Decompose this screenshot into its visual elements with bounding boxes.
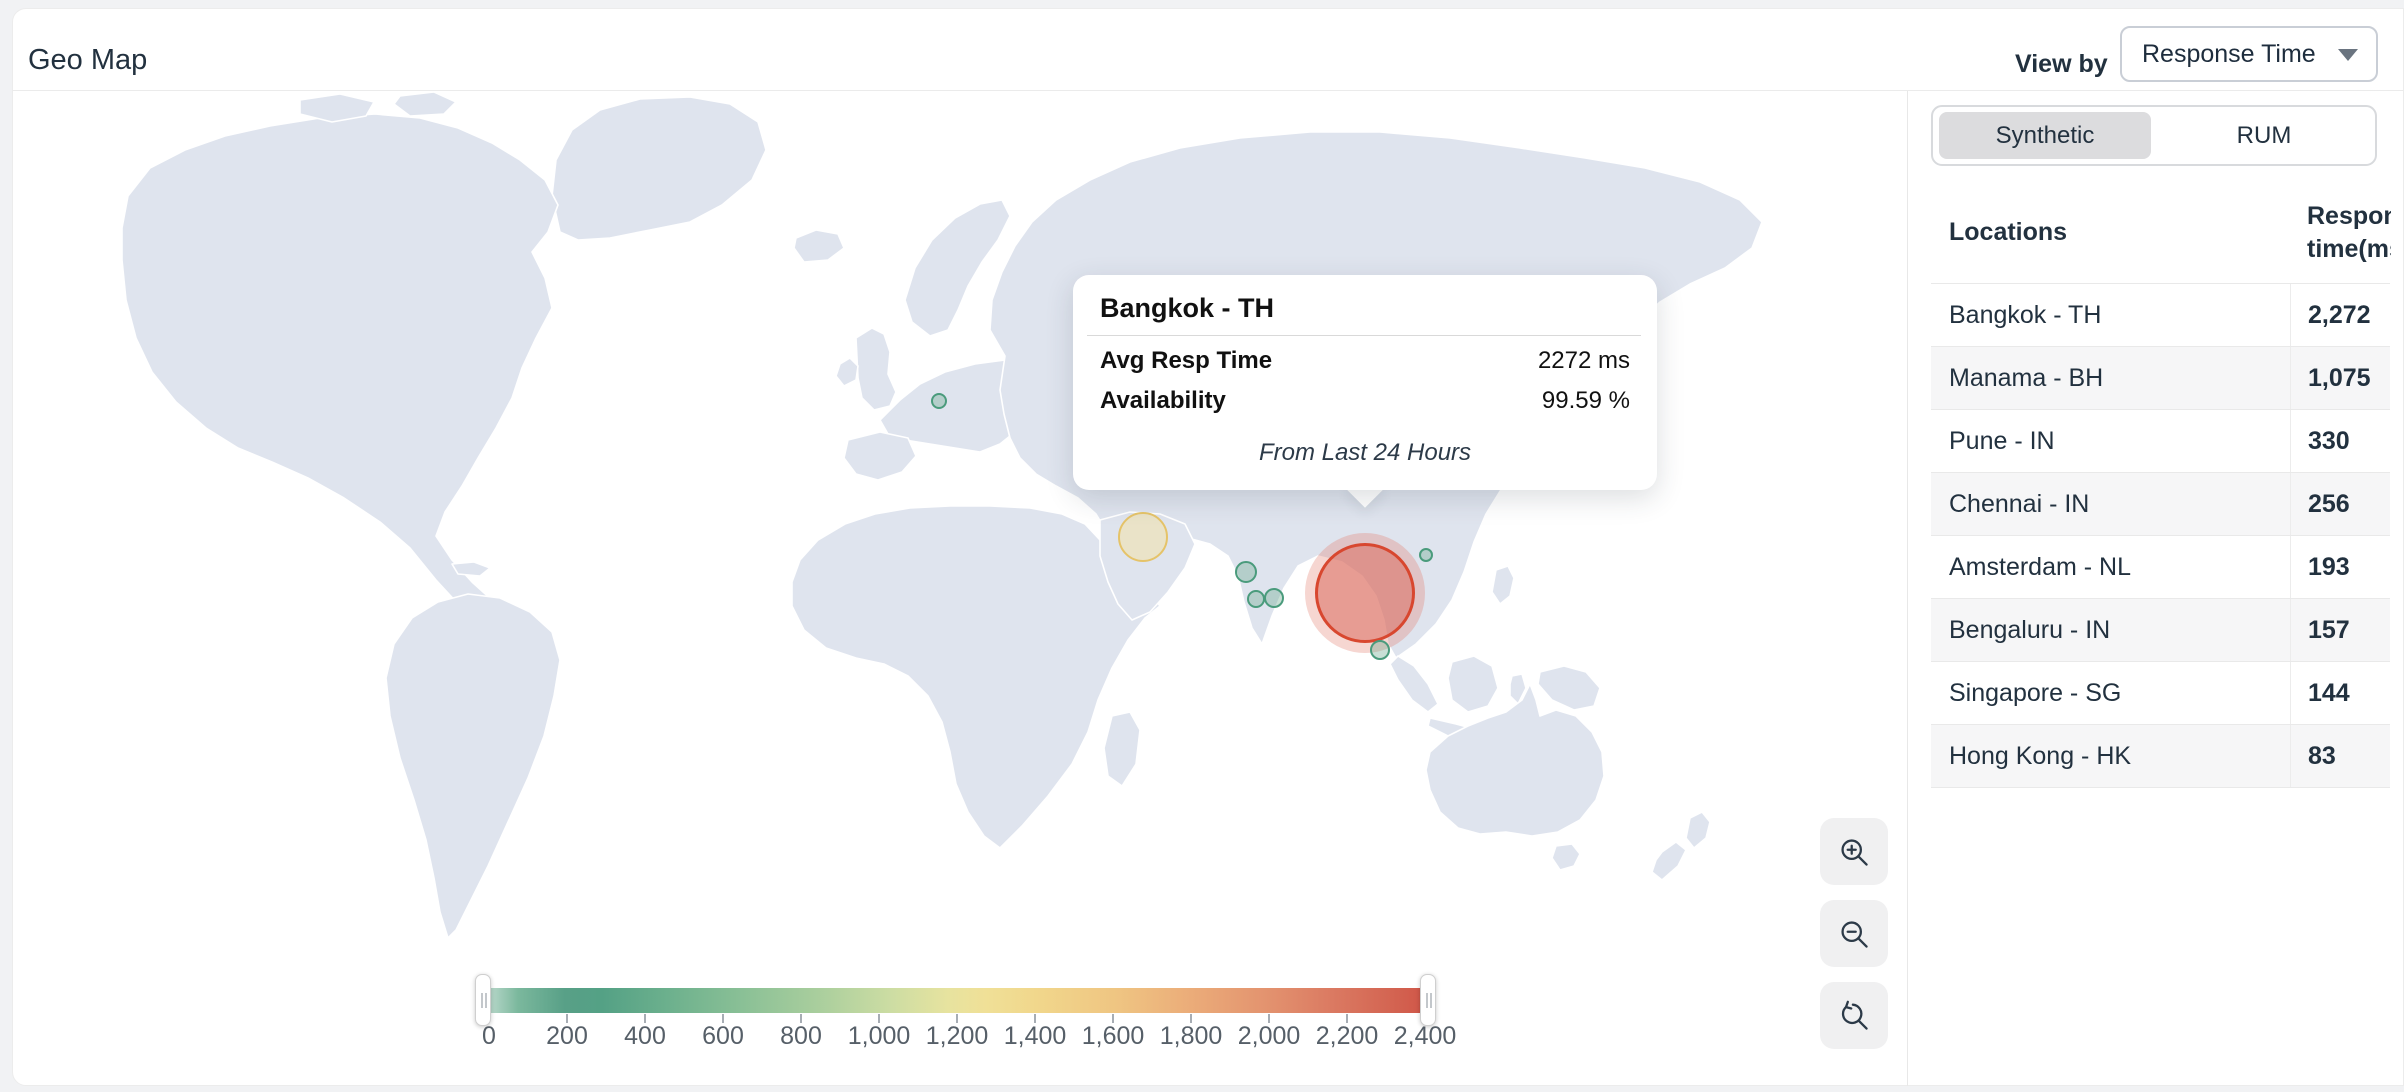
response-time-cell: 2,272 — [2290, 284, 2390, 346]
response-time-cell: 193 — [2290, 536, 2390, 598]
legend-gradient-bar — [490, 988, 1425, 1013]
zoom-reset-button[interactable] — [1820, 982, 1888, 1049]
tooltip-footer: From Last 24 Hours — [1073, 439, 1657, 467]
location-cell: Hong Kong - HK — [1949, 725, 2131, 787]
map-marker-manama-bh[interactable] — [1118, 512, 1168, 562]
map-marker-chennai-in[interactable] — [1247, 590, 1265, 608]
map-marker-pune-in[interactable] — [1235, 561, 1257, 583]
panel-divider — [1907, 91, 1908, 1086]
tab-rum[interactable]: RUM — [2158, 112, 2370, 159]
response-time-cell: 83 — [2290, 725, 2390, 787]
tooltip-metric-value: 2272 ms — [1538, 347, 1630, 375]
response-time-cell: 1,075 — [2290, 347, 2390, 409]
legend-tick-label: 2,000 — [1224, 1022, 1314, 1051]
column-header-response-time: Response time(ms) — [2307, 200, 2391, 266]
column-header-locations: Locations — [1949, 218, 2067, 247]
table-row[interactable]: Manama - BH 1,075 — [1931, 346, 2390, 409]
zoom-out-button[interactable] — [1820, 900, 1888, 967]
legend-tick-label: 1,200 — [912, 1022, 1002, 1051]
zoom-in-button[interactable] — [1820, 818, 1888, 885]
location-cell: Chennai - IN — [1949, 473, 2089, 535]
table-row[interactable]: Hong Kong - HK 83 — [1931, 724, 2390, 788]
legend-tick-label: 0 — [444, 1022, 534, 1051]
tooltip-metric-value: 99.59 % — [1542, 387, 1630, 415]
map-marker-hong-kong-hk[interactable] — [1419, 548, 1433, 562]
map-tooltip: Bangkok - TH Avg Resp Time 2272 ms Avail… — [1073, 275, 1657, 490]
legend-tick-label: 2,200 — [1302, 1022, 1392, 1051]
legend-max-handle[interactable] — [1420, 974, 1436, 1026]
map-marker-bengaluru-in[interactable] — [1264, 588, 1284, 608]
legend-tick-label: 1,400 — [990, 1022, 1080, 1051]
view-by-selected-value: Response Time — [2142, 40, 2316, 69]
legend-min-handle[interactable] — [475, 974, 491, 1026]
legend-tick-label: 1,600 — [1068, 1022, 1158, 1051]
response-time-cell: 330 — [2290, 410, 2390, 472]
location-cell: Amsterdam - NL — [1949, 536, 2131, 598]
table-row[interactable]: Singapore - SG 144 — [1931, 661, 2390, 724]
source-tab-group: Synthetic RUM — [1931, 105, 2377, 166]
tooltip-metric-label: Avg Resp Time — [1100, 347, 1272, 375]
map-marker-singapore-sg[interactable] — [1370, 640, 1390, 660]
header-divider — [12, 90, 2404, 91]
tooltip-title: Bangkok - TH — [1100, 293, 1274, 324]
table-row[interactable]: Pune - IN 330 — [1931, 409, 2390, 472]
tab-synthetic[interactable]: Synthetic — [1939, 112, 2151, 159]
map-marker-amsterdam-nl[interactable] — [931, 393, 947, 409]
location-cell: Bengaluru - IN — [1949, 599, 2110, 661]
chevron-down-icon — [2338, 49, 2358, 61]
response-time-cell: 256 — [2290, 473, 2390, 535]
location-cell: Singapore - SG — [1949, 662, 2121, 724]
zoom-out-icon — [1838, 918, 1870, 950]
location-cell: Manama - BH — [1949, 347, 2103, 409]
page-title: Geo Map — [28, 44, 147, 77]
location-cell: Bangkok - TH — [1949, 284, 2101, 346]
legend-tick-label: 1,800 — [1146, 1022, 1236, 1051]
legend-tick-label: 1,000 — [834, 1022, 924, 1051]
legend-tick-label: 800 — [756, 1022, 846, 1051]
geo-map-widget: Geo Map View by Response Time Bangkok - … — [0, 0, 2404, 1092]
zoom-in-icon — [1838, 836, 1870, 868]
legend-tick-label: 600 — [678, 1022, 768, 1051]
table-row[interactable]: Bengaluru - IN 157 — [1931, 598, 2390, 661]
response-time-cell: 157 — [2290, 599, 2390, 661]
legend-tick-label: 200 — [522, 1022, 612, 1051]
response-time-cell: 144 — [2290, 662, 2390, 724]
zoom-reset-icon — [1838, 1000, 1870, 1032]
table-row[interactable]: Chennai - IN 256 — [1931, 472, 2390, 535]
locations-table-body: Bangkok - TH2,272Manama - BH1,075Pune - … — [1931, 283, 2390, 788]
table-row[interactable]: Amsterdam - NL 193 — [1931, 535, 2390, 598]
tooltip-metric-label: Availability — [1100, 387, 1226, 415]
legend-tick-label: 400 — [600, 1022, 690, 1051]
map-marker-bangkok-th[interactable] — [1315, 543, 1415, 643]
view-by-label: View by — [2015, 50, 2108, 79]
legend-tick-label: 2,400 — [1380, 1022, 1470, 1051]
tooltip-divider — [1087, 335, 1641, 336]
location-cell: Pune - IN — [1949, 410, 2055, 472]
view-by-dropdown[interactable]: Response Time — [2120, 26, 2378, 82]
table-row[interactable]: Bangkok - TH 2,272 — [1931, 283, 2390, 346]
